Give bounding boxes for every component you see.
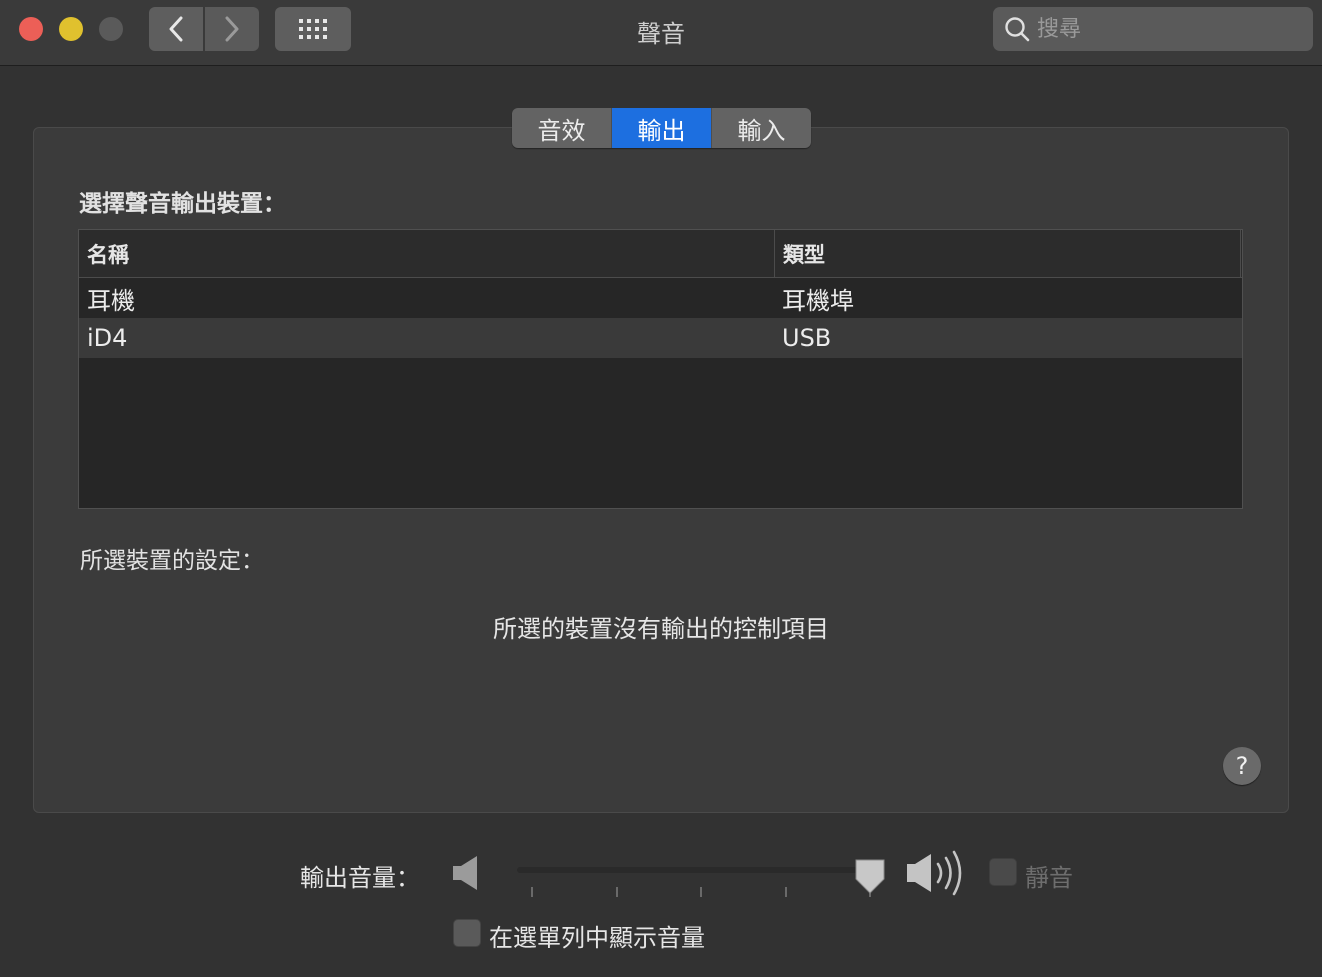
speaker-high-icon <box>907 850 962 896</box>
search-input[interactable] <box>1037 16 1297 42</box>
tab-bar: 音效 輸出 輸入 <box>512 108 811 148</box>
slider-tick <box>700 887 702 897</box>
output-volume-label: 輸出音量： <box>300 864 420 892</box>
table-row[interactable]: iD4 USB <box>79 318 1242 358</box>
speaker-low-icon <box>453 856 477 890</box>
mute-checkbox[interactable] <box>989 858 1017 886</box>
device-name: 耳機 <box>87 286 135 315</box>
tab-output[interactable]: 輸出 <box>612 108 712 148</box>
table-row[interactable]: 耳機 耳機埠 <box>79 278 1242 318</box>
device-type: USB <box>782 324 832 352</box>
device-name: iD4 <box>87 324 128 352</box>
slider-tick <box>531 887 533 897</box>
mute-label: 靜音 <box>1025 864 1073 892</box>
slider-tick <box>785 887 787 897</box>
device-settings-heading: 所選裝置的設定： <box>80 548 264 574</box>
table-header: 名稱 類型 <box>79 230 1242 278</box>
volume-slider-thumb[interactable] <box>853 857 887 897</box>
show-volume-in-menubar-checkbox[interactable] <box>453 919 481 947</box>
tab-sound-effects[interactable]: 音效 <box>512 108 612 148</box>
help-button[interactable]: ? <box>1223 747 1261 785</box>
title-bar: 聲音 <box>0 0 1322 66</box>
show-volume-in-menubar-label[interactable]: 在選單列中顯示音量 <box>489 918 705 953</box>
search-icon <box>1005 17 1030 42</box>
column-header-type[interactable]: 類型 <box>775 230 1241 277</box>
slider-tick <box>616 887 618 897</box>
device-type: 耳機埠 <box>782 286 854 315</box>
search-field[interactable] <box>993 7 1313 51</box>
column-header-name[interactable]: 名稱 <box>79 230 775 277</box>
no-controls-message: 所選的裝置沒有輸出的控制項目 <box>493 615 829 643</box>
output-device-table[interactable]: 名稱 類型 耳機 耳機埠 iD4 USB <box>78 229 1243 509</box>
output-device-heading: 選擇聲音輸出裝置： <box>79 191 286 217</box>
tab-input[interactable]: 輸入 <box>712 108 811 148</box>
volume-slider[interactable] <box>517 867 879 873</box>
